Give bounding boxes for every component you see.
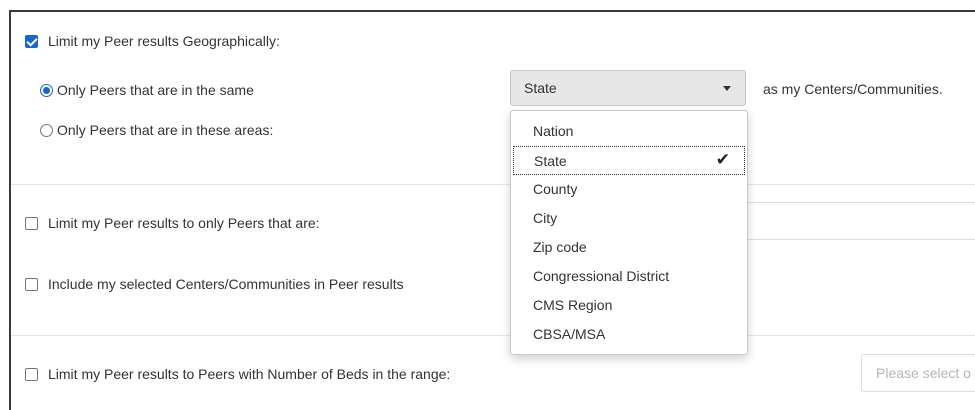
radio-same-area-label: Only Peers that are in the same bbox=[57, 82, 254, 98]
radio-same-area[interactable] bbox=[40, 84, 53, 97]
checkmark-icon: ✔ bbox=[715, 150, 730, 169]
beds-range-label: Limit my Peer results to Peers with Numb… bbox=[48, 366, 451, 382]
option-label: State bbox=[534, 153, 567, 169]
geo-limit-label: Limit my Peer results Geographically: bbox=[48, 33, 280, 49]
chevron-down-icon bbox=[723, 86, 731, 91]
option-label: Nation bbox=[533, 123, 574, 139]
as-my-centers-label: as my Centers/Communities. bbox=[763, 81, 943, 97]
peer-filter-panel: Limit my Peer results Geographically: On… bbox=[9, 10, 975, 410]
dropdown-option-county[interactable]: County bbox=[511, 175, 747, 204]
option-label: City bbox=[533, 210, 558, 226]
option-label: County bbox=[533, 181, 578, 197]
dropdown-option-cbsa-msa[interactable]: CBSA/MSA bbox=[511, 320, 747, 349]
option-label: Zip code bbox=[533, 239, 587, 255]
include-centers-label: Include my selected Centers/Communities … bbox=[48, 276, 404, 292]
section-divider bbox=[11, 335, 975, 336]
include-centers-checkbox[interactable] bbox=[25, 278, 38, 291]
section-divider bbox=[11, 184, 975, 185]
beds-range-placeholder: Please select o bbox=[876, 365, 971, 381]
peer-type-label: Limit my Peer results to only Peers that… bbox=[48, 215, 320, 231]
dropdown-option-state[interactable]: State ✔ bbox=[513, 146, 745, 175]
geo-level-dropdown-menu: Nation State ✔ County City Zip code Congr… bbox=[510, 110, 748, 355]
geo-level-select-value: State bbox=[524, 80, 557, 96]
beds-range-select[interactable]: Please select o bbox=[861, 354, 975, 392]
geo-level-select[interactable]: State bbox=[510, 70, 746, 106]
peer-type-checkbox[interactable] bbox=[25, 217, 38, 230]
dropdown-option-zip-code[interactable]: Zip code bbox=[511, 233, 747, 262]
option-label: Congressional District bbox=[533, 268, 670, 284]
option-label: CBSA/MSA bbox=[533, 326, 606, 342]
dropdown-option-nation[interactable]: Nation bbox=[511, 117, 747, 146]
beds-range-checkbox[interactable] bbox=[25, 368, 38, 381]
peer-type-select[interactable] bbox=[746, 202, 975, 240]
dropdown-option-congressional-district[interactable]: Congressional District bbox=[511, 262, 747, 291]
option-label: CMS Region bbox=[533, 297, 613, 313]
dropdown-option-cms-region[interactable]: CMS Region bbox=[511, 291, 747, 320]
radio-these-areas[interactable] bbox=[40, 124, 53, 137]
geo-limit-checkbox[interactable] bbox=[25, 35, 38, 48]
radio-these-areas-label: Only Peers that are in these areas: bbox=[57, 122, 274, 138]
dropdown-option-city[interactable]: City bbox=[511, 204, 747, 233]
